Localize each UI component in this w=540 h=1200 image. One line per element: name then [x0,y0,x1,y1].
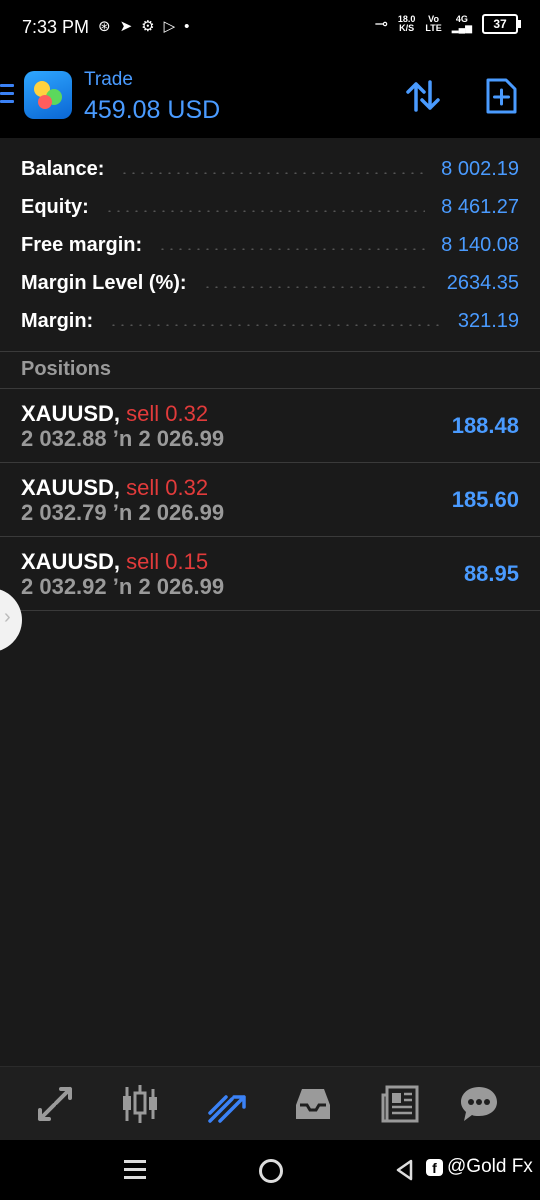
position-symbol: XAUUSD, [21,549,121,574]
dotted-leader [109,324,442,326]
sort-icon[interactable] [403,76,443,116]
system-nav-bar: f @Gold Fx [0,1140,540,1200]
chevron-right-icon: › [4,606,11,628]
signal-bars-icon: ▂▄▆ [451,23,472,33]
dotted-leader [202,286,431,288]
position-side: sell 0.15 [126,549,209,574]
summary-value: 8 002.19 [441,157,519,180]
open-price: 2 032.79 [21,500,107,525]
open-price: 2 032.88 [21,426,107,451]
summary-label: Balance: [21,157,105,180]
trade-icon[interactable] [206,1083,248,1125]
position-symbol: XAUUSD, [21,475,121,500]
recent-apps-icon[interactable] [124,1160,146,1184]
position-prices: 2 032.88 ’n 2 026.99 [21,426,224,452]
dotted-leader [104,210,426,212]
price-arrow: ’n [112,426,133,451]
position-prices: 2 032.79 ’n 2 026.99 [21,500,224,526]
summary-label: Free margin: [21,233,143,256]
app-notification-icon: ⊛ [98,18,111,35]
price-arrow: ’n [112,574,133,599]
battery-icon: 37 [482,14,521,34]
bottom-nav [0,1066,540,1141]
vpn-key-icon: ⊸ [374,16,388,33]
summary-row-equity: Equity: 8 461.27 [0,188,540,226]
back-icon[interactable] [395,1159,413,1186]
chart-icon[interactable] [119,1083,161,1125]
app-logo [24,71,72,119]
settings-icon: ⚙ [141,18,155,35]
history-icon[interactable] [292,1083,334,1125]
open-price: 2 032.92 [21,574,107,599]
price-arrow: ’n [112,500,133,525]
position-title: XAUUSD, sell 0.32 [21,475,208,501]
summary-value: 8 461.27 [441,195,519,218]
new-order-icon[interactable] [482,76,522,116]
top-bar: Trade 459.08 USD [0,56,540,138]
summary-value: 2634.35 [446,271,519,294]
status-time: 7:33 PM [22,17,90,37]
account-summary: Balance: 8 002.19 Equity: 8 461.27 Free … [0,150,540,340]
position-side: sell 0.32 [126,475,209,500]
page-title: Trade [84,69,133,90]
summary-label: Margin Level (%): [21,271,187,294]
status-bar: 7:33 PM ⊛ ➤ ⚙ ▷ • ⊸ 18.0 K/S Vo LTE 4G ▂… [0,0,540,56]
divider [0,351,540,352]
summary-row-free-margin: Free margin: 8 140.08 [0,226,540,264]
position-symbol: XAUUSD, [21,401,121,426]
current-price: 2 026.99 [138,574,225,599]
facebook-icon: f [426,1158,443,1176]
position-profit: 188.48 [451,413,519,438]
summary-label: Equity: [21,195,89,218]
summary-value: 321.19 [457,309,519,332]
menu-icon[interactable] [0,84,14,106]
volte-indicator: Vo LTE [425,14,442,33]
divider [0,610,540,611]
chat-icon[interactable] [458,1083,500,1125]
position-profit: 185.60 [451,487,519,512]
dotted-leader [158,248,426,250]
summary-value: 8 140.08 [441,233,519,256]
position-title: XAUUSD, sell 0.15 [21,549,208,575]
status-notification-icons: ⊛ ➤ ⚙ ▷ • [98,17,189,37]
status-right: ⊸ 18.0 K/S Vo LTE 4G ▂▄▆ 37 [374,14,521,34]
dot-icon: • [184,18,190,35]
summary-row-margin-level: Margin Level (%): 2634.35 [0,264,540,302]
summary-row-margin: Margin: 321.19 [0,302,540,340]
current-price: 2 026.99 [138,500,225,525]
news-icon[interactable] [379,1083,421,1125]
summary-label: Margin: [21,309,94,332]
network-speed: 18.0 K/S [397,14,416,33]
dotted-leader [120,172,426,174]
quotes-icon[interactable] [34,1083,76,1125]
position-side: sell 0.32 [126,401,209,426]
position-profit: 88.95 [463,561,519,586]
profit-total: 459.08 USD [84,96,221,124]
position-prices: 2 032.92 ’n 2 026.99 [21,574,224,600]
summary-row-balance: Balance: 8 002.19 [0,150,540,188]
play-icon: ▷ [163,18,176,35]
position-row[interactable]: XAUUSD, sell 0.15 2 032.92 ’n 2 026.99 8… [0,537,540,610]
positions-header: Positions [21,358,112,380]
position-row[interactable]: XAUUSD, sell 0.32 2 032.79 ’n 2 026.99 1… [0,463,540,536]
current-price: 2 026.99 [138,426,225,451]
watermark: f @Gold Fx [426,1156,533,1178]
position-row[interactable]: XAUUSD, sell 0.32 2 032.88 ’n 2 026.99 1… [0,389,540,462]
position-title: XAUUSD, sell 0.32 [21,401,208,427]
telegram-icon: ➤ [119,18,133,35]
home-icon[interactable] [259,1159,283,1183]
watermark-text: @Gold Fx [447,1156,533,1177]
signal-indicator: 4G ▂▄▆ [451,14,472,33]
